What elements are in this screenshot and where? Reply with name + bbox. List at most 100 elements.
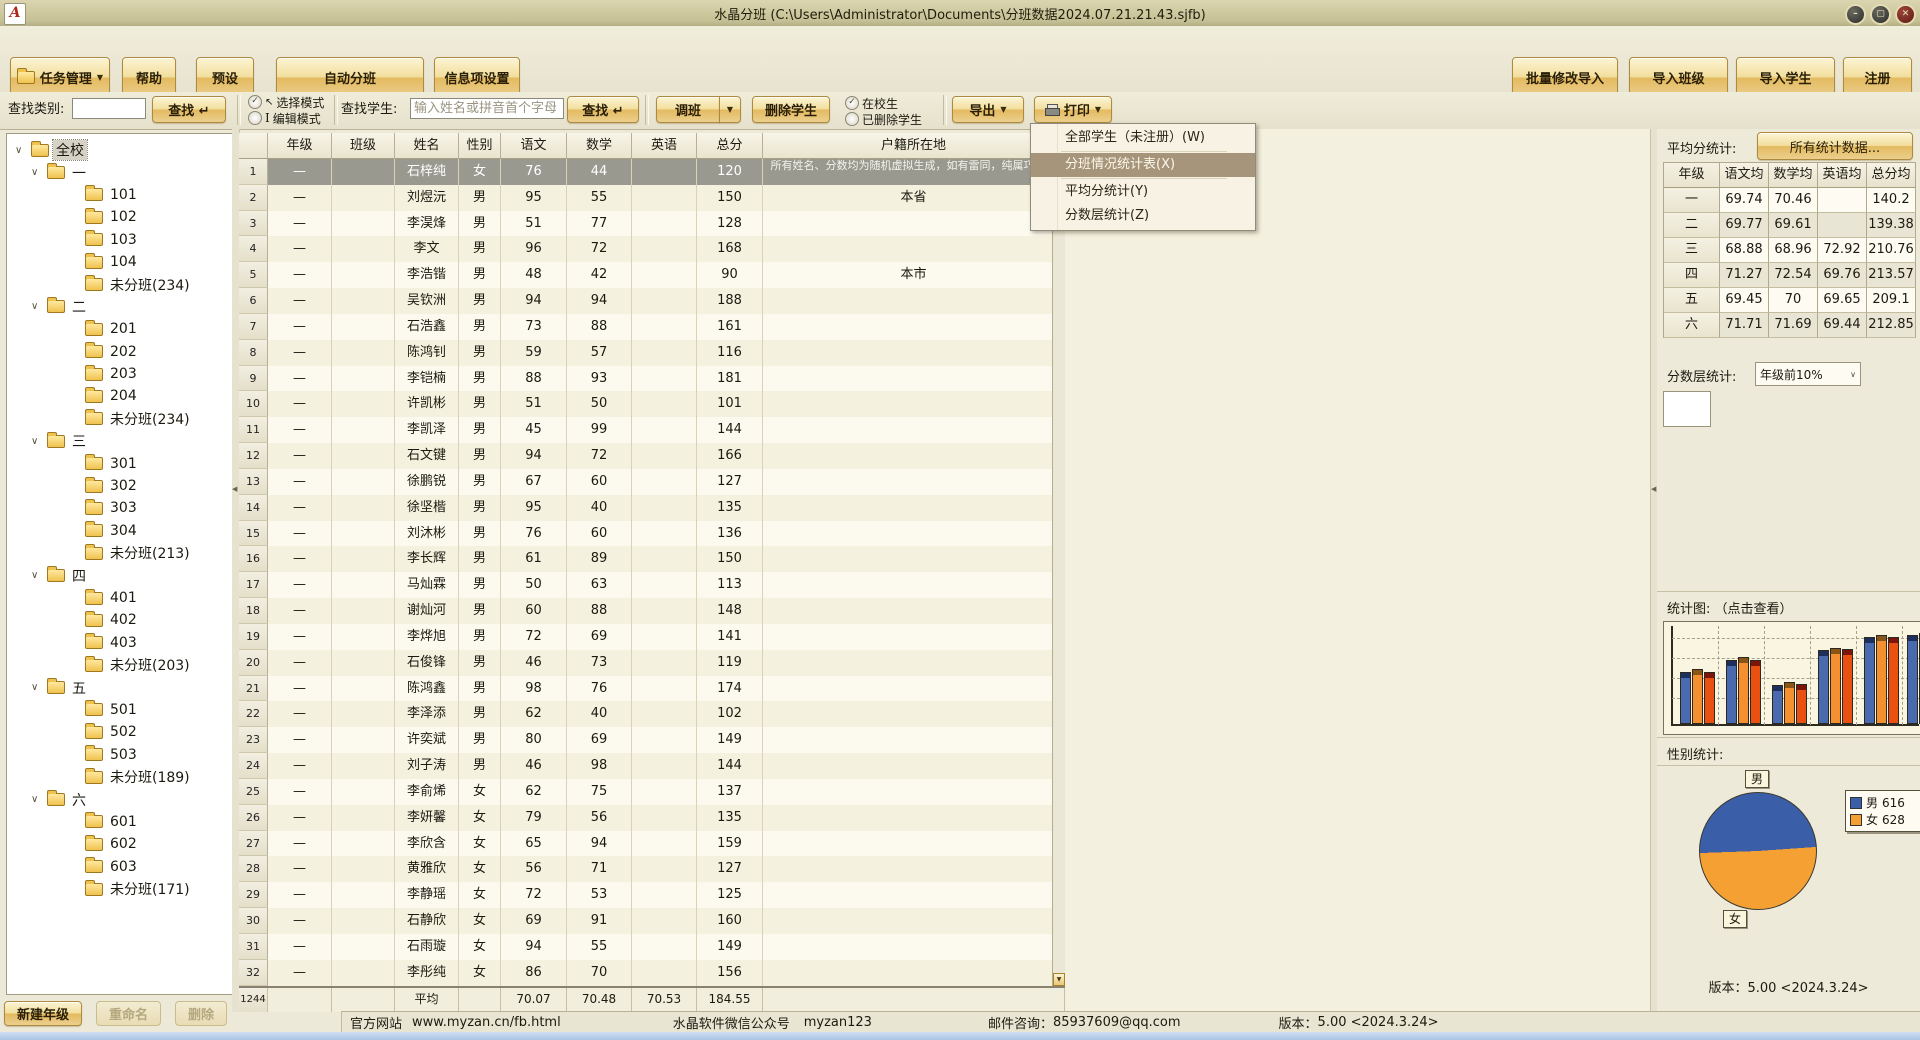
table-row[interactable]: 24—刘子涛男4698144: [239, 753, 1065, 779]
all-stats-button[interactable]: 所有统计数据...: [1757, 132, 1913, 160]
table-row[interactable]: 11—李凯泽男4599144: [239, 417, 1065, 443]
minimize-button[interactable]: –: [1845, 4, 1866, 25]
gender-pie-chart[interactable]: [1699, 792, 1817, 910]
tree-item[interactable]: 603: [7, 856, 233, 878]
transfer-class-dropdown-button[interactable]: ▼: [719, 96, 741, 123]
table-row[interactable]: 21—陈鸿鑫男9876174: [239, 676, 1065, 702]
table-row[interactable]: 18—谢灿河男6088148: [239, 598, 1065, 624]
expand-arrow-icon[interactable]: ∨: [31, 167, 47, 178]
tree-item[interactable]: ∨六: [7, 788, 233, 810]
table-row[interactable]: 19—李烨旭男7269141: [239, 624, 1065, 650]
print-menu-item[interactable]: 分数层统计(Z): [1031, 204, 1255, 228]
tree-item[interactable]: 502: [7, 721, 233, 743]
find-student-button[interactable]: 查找 ↵: [567, 96, 639, 123]
tree-item[interactable]: ∨四: [7, 564, 233, 586]
edit-mode-radio[interactable]: I 编辑模式: [248, 110, 324, 126]
deleted-students-radio[interactable]: 已删除学生: [845, 111, 922, 127]
table-row[interactable]: 15—刘沐彬男7660136: [239, 521, 1065, 547]
tree-item[interactable]: 未分班(189): [7, 766, 233, 788]
expand-arrow-icon[interactable]: ∨: [31, 794, 47, 805]
tree-item[interactable]: 202: [7, 341, 233, 363]
tree-item[interactable]: 501: [7, 699, 233, 721]
table-row[interactable]: 16—李长辉男6189150: [239, 546, 1065, 572]
expand-arrow-icon[interactable]: ∨: [31, 570, 47, 581]
table-row[interactable]: 9—李铠楠男8893181: [239, 366, 1065, 392]
table-row[interactable]: 20—石俊锋男4673119: [239, 650, 1065, 676]
score-layer-select[interactable]: 年级前10% ∨: [1755, 362, 1861, 386]
transfer-class-button[interactable]: 调班: [656, 96, 720, 123]
tree-item[interactable]: ∨三: [7, 430, 233, 452]
table-row[interactable]: 13—徐鹏锐男6760127: [239, 469, 1065, 495]
delete-student-button[interactable]: 删除学生: [752, 96, 830, 123]
tree-item[interactable]: 401: [7, 587, 233, 609]
tree-item[interactable]: 303: [7, 497, 233, 519]
tree-item[interactable]: 403: [7, 632, 233, 654]
tree-item[interactable]: 503: [7, 744, 233, 766]
expand-arrow-icon[interactable]: ∨: [31, 436, 47, 447]
expand-arrow-icon[interactable]: ∨: [31, 301, 47, 312]
table-row[interactable]: 8—陈鸿钊男5957116: [239, 340, 1065, 366]
table-row[interactable]: 23—许奕斌男8069149: [239, 727, 1065, 753]
table-row[interactable]: 12—石文键男9472166: [239, 443, 1065, 469]
table-row[interactable]: 5—李浩锴男484290本市: [239, 262, 1065, 288]
select-mode-radio[interactable]: ↖ 选择模式: [248, 94, 324, 110]
table-row[interactable]: 4—李文男9672168: [239, 236, 1065, 262]
tree-item[interactable]: 未分班(234): [7, 273, 233, 295]
print-button[interactable]: 打印 ▼: [1034, 96, 1112, 123]
table-row[interactable]: 27—李欣含女6594159: [239, 831, 1065, 857]
tree-item[interactable]: 未分班(234): [7, 408, 233, 430]
active-students-radio[interactable]: 在校生: [845, 95, 922, 111]
tree-item[interactable]: 未分班(171): [7, 878, 233, 900]
tree-item[interactable]: 602: [7, 833, 233, 855]
tree-item[interactable]: 103: [7, 229, 233, 251]
table-row[interactable]: 2—刘煜沅男9555150本省: [239, 185, 1065, 211]
table-row[interactable]: 25—李俞烯女6275137: [239, 779, 1065, 805]
grade-bar-chart[interactable]: [1663, 621, 1920, 735]
export-button[interactable]: 导出 ▼: [952, 96, 1024, 123]
table-row[interactable]: 30—石静欣女6991160: [239, 908, 1065, 934]
tree-item[interactable]: ∨一: [7, 161, 233, 183]
sidebar-disabled-button[interactable]: 删除: [175, 1001, 227, 1026]
table-row[interactable]: 22—李泽添男6240102: [239, 701, 1065, 727]
table-vertical-scrollbar[interactable]: ▲ ▼: [1052, 159, 1066, 986]
tree-item[interactable]: 201: [7, 318, 233, 340]
tree-item[interactable]: 未分班(213): [7, 542, 233, 564]
tree-item[interactable]: ∨五: [7, 676, 233, 698]
table-row[interactable]: 14—徐坚楷男9540135: [239, 495, 1065, 521]
tree-item[interactable]: 304: [7, 520, 233, 542]
expand-arrow-icon[interactable]: ∨: [15, 145, 31, 156]
tree-item[interactable]: 601: [7, 811, 233, 833]
tree-item[interactable]: 204: [7, 385, 233, 407]
print-menu-item[interactable]: 平均分统计(Y): [1031, 180, 1255, 204]
table-row[interactable]: 7—石浩鑫男7388161: [239, 314, 1065, 340]
tree-item[interactable]: 102: [7, 206, 233, 228]
tree-item[interactable]: 203: [7, 363, 233, 385]
table-row[interactable]: 17—马灿霖男5063113: [239, 572, 1065, 598]
tree-item[interactable]: 104: [7, 251, 233, 273]
tree-item[interactable]: 未分班(203): [7, 654, 233, 676]
tree-item[interactable]: ∨全校: [7, 139, 233, 161]
table-row[interactable]: 32—李彤纯女8670156: [239, 960, 1065, 986]
tree-item[interactable]: 301: [7, 452, 233, 474]
tree-item[interactable]: ∨二: [7, 296, 233, 318]
find-category-button[interactable]: 查找 ↵: [152, 96, 226, 123]
tree-item[interactable]: 402: [7, 609, 233, 631]
table-row[interactable]: 26—李妍馨女7956135: [239, 805, 1065, 831]
table-row[interactable]: 29—李静瑶女7253125: [239, 882, 1065, 908]
sidebar-new-grade-button[interactable]: 新建年级: [4, 1001, 82, 1026]
table-row[interactable]: 10—许凯彬男5150101: [239, 391, 1065, 417]
tree-item[interactable]: 302: [7, 475, 233, 497]
sidebar-disabled-button[interactable]: 重命名: [96, 1001, 161, 1026]
site-url[interactable]: www.myzan.cn/fb.html: [412, 1015, 561, 1030]
maximize-button[interactable]: ▢: [1870, 4, 1891, 25]
tree-item[interactable]: 101: [7, 184, 233, 206]
print-menu-item[interactable]: 全部学生（未注册）(W): [1031, 126, 1255, 150]
find-category-input[interactable]: [72, 98, 146, 119]
table-row[interactable]: 31—石雨璇女9455149: [239, 934, 1065, 960]
email-address[interactable]: 85937609@qq.com: [1053, 1015, 1181, 1030]
table-row[interactable]: 6—吴钦洲男9494188: [239, 288, 1065, 314]
expand-arrow-icon[interactable]: ∨: [31, 682, 47, 693]
print-menu-item[interactable]: 分班情况统计表(X): [1031, 153, 1255, 177]
scroll-down-icon[interactable]: ▼: [1053, 973, 1065, 986]
table-row[interactable]: 28—黄雅欣女5671127: [239, 856, 1065, 882]
